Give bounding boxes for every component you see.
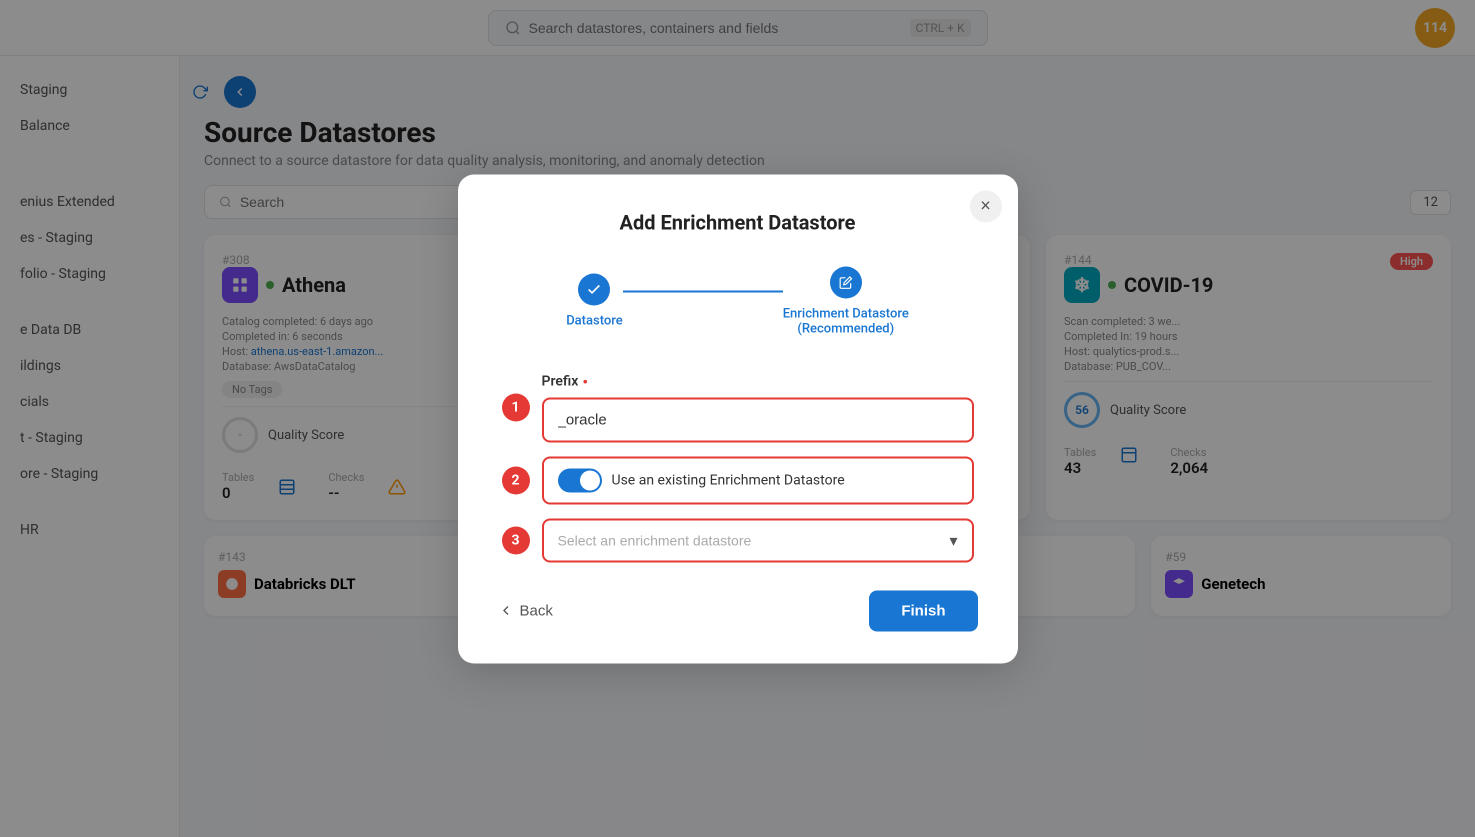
modal-close-button[interactable]: × [970, 190, 1002, 222]
toggle-group: Use an existing Enrichment Datastore [542, 456, 974, 504]
step-badge-3: 3 [502, 526, 530, 554]
toggle-thumb [580, 470, 600, 490]
step-connector [623, 290, 783, 292]
step-datastore: Datastore [566, 274, 623, 329]
prefix-group: Prefix • [542, 372, 974, 442]
add-enrichment-modal: × Add Enrichment Datastore Datastore Enr… [458, 174, 1018, 663]
step-badge-1: 1 [502, 393, 530, 421]
modal-form: 1 Prefix • 2 Use an ex [498, 372, 978, 562]
modal-title: Add Enrichment Datastore [498, 210, 978, 234]
enrichment-datastore-select[interactable]: Select an enrichment datastore [544, 520, 972, 560]
finish-button[interactable]: Finish [869, 590, 977, 631]
toggle-label: Use an existing Enrichment Datastore [612, 472, 845, 488]
modal-footer: Back Finish [498, 590, 978, 631]
step-label-2: Enrichment Datastore (Recommended) [783, 306, 909, 336]
step-row-2: 2 Use an existing Enrichment Datastore [502, 456, 974, 504]
toggle-row[interactable]: Use an existing Enrichment Datastore [542, 456, 974, 504]
prefix-input[interactable] [542, 397, 974, 442]
select-group: Select an enrichment datastore ▾ [542, 518, 974, 562]
step-row-1: 1 Prefix • [502, 372, 974, 442]
select-inner: Select an enrichment datastore ▾ [544, 520, 972, 560]
existing-datastore-toggle[interactable] [558, 468, 602, 492]
step-label-1: Datastore [566, 314, 623, 329]
step-circle-2 [830, 266, 862, 298]
step-circle-1 [578, 274, 610, 306]
step-enrichment: Enrichment Datastore (Recommended) [783, 266, 909, 336]
stepper: Datastore Enrichment Datastore (Recommen… [498, 266, 978, 336]
prefix-label: Prefix • [542, 372, 974, 391]
back-button[interactable]: Back [498, 602, 553, 619]
step-badge-2: 2 [502, 466, 530, 494]
enrichment-select-wrap: Select an enrichment datastore ▾ [542, 518, 974, 562]
required-indicator: • [582, 372, 588, 391]
step-row-3: 3 Select an enrichment datastore ▾ [502, 518, 974, 562]
